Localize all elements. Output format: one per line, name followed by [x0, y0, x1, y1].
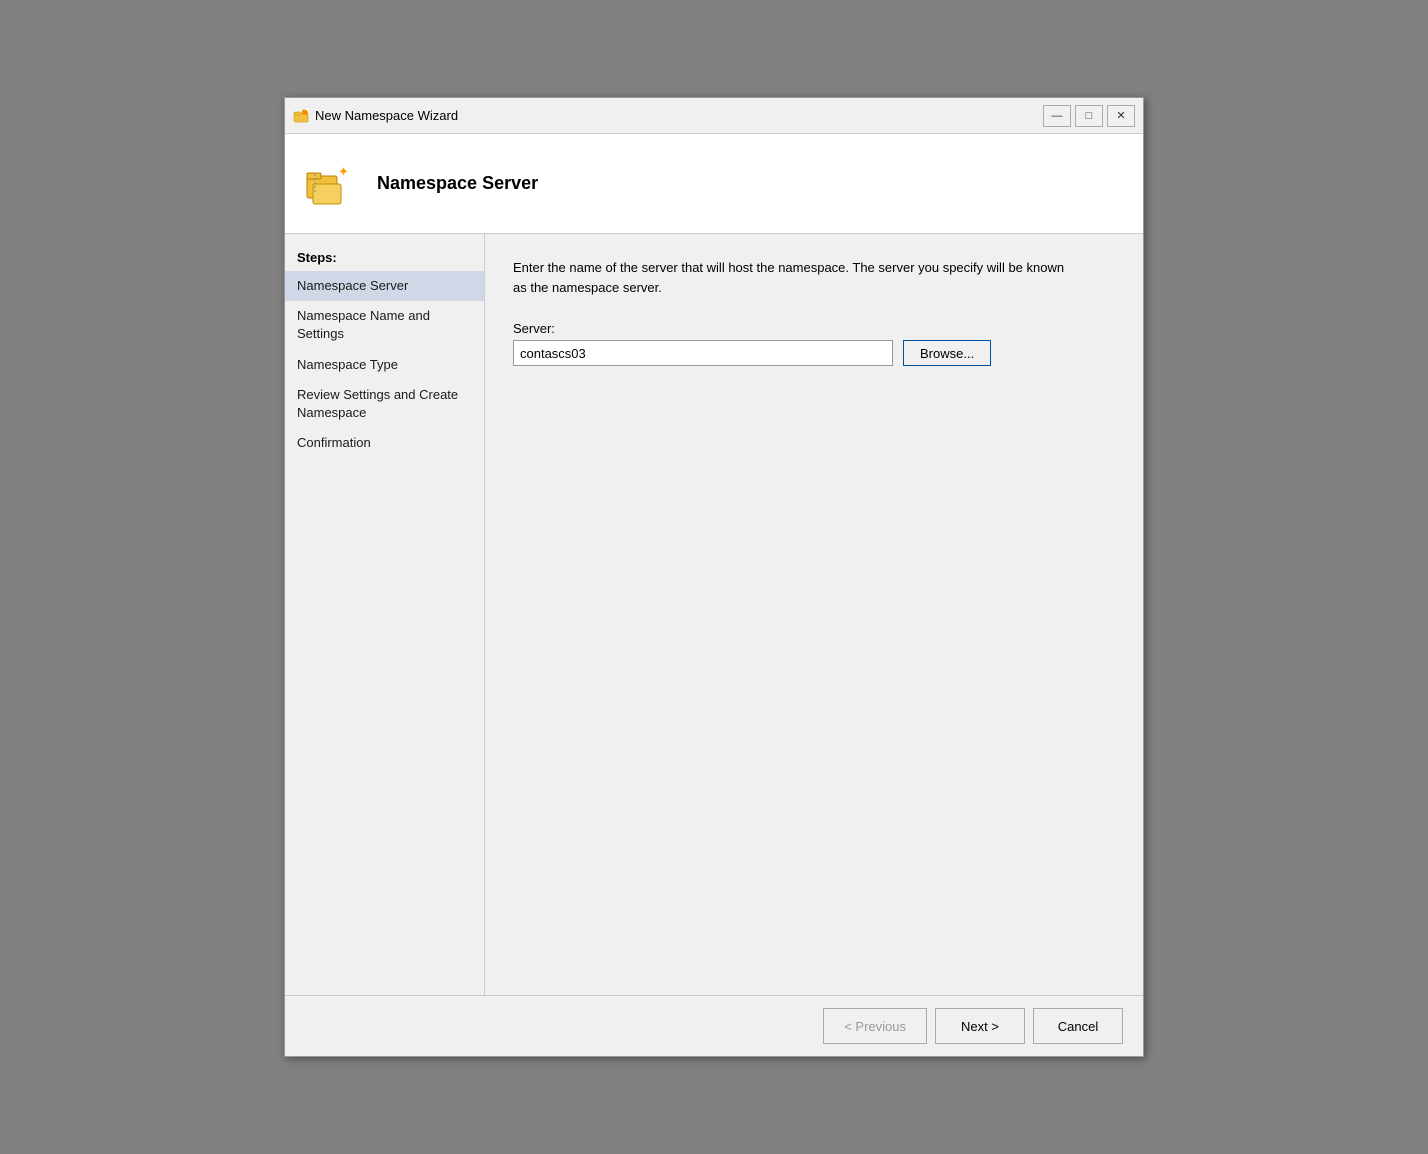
footer: < Previous Next > Cancel	[285, 995, 1143, 1056]
maximize-button[interactable]: □	[1075, 105, 1103, 127]
browse-button[interactable]: Browse...	[903, 340, 991, 366]
cancel-button[interactable]: Cancel	[1033, 1008, 1123, 1044]
sidebar: Steps: Namespace Server Namespace Name a…	[285, 234, 485, 995]
wizard-window: ✦ New Namespace Wizard — □ ✕ ✦ Namespace…	[284, 97, 1144, 1057]
sidebar-item-namespace-name[interactable]: Namespace Name and Settings	[285, 301, 484, 349]
wizard-header: ✦ Namespace Server	[285, 134, 1143, 234]
header-title: Namespace Server	[377, 173, 538, 194]
server-label: Server:	[513, 321, 1115, 336]
content-area: Steps: Namespace Server Namespace Name a…	[285, 234, 1143, 995]
window-icon: ✦	[293, 108, 309, 124]
wizard-header-icon: ✦	[305, 156, 361, 212]
minimize-button[interactable]: —	[1043, 105, 1071, 127]
server-form-group: Server: Browse...	[513, 321, 1115, 374]
header-title-text: Namespace Server	[377, 173, 538, 193]
description-text: Enter the name of the server that will h…	[513, 258, 1073, 297]
svg-text:✦: ✦	[304, 108, 310, 117]
svg-text:✦: ✦	[338, 164, 349, 179]
main-content: Enter the name of the server that will h…	[485, 234, 1143, 995]
server-input-row: Browse...	[513, 340, 1115, 366]
sidebar-item-namespace-server[interactable]: Namespace Server	[285, 271, 484, 301]
sidebar-item-namespace-type[interactable]: Namespace Type	[285, 350, 484, 380]
title-bar-left: ✦ New Namespace Wizard	[293, 108, 458, 124]
sidebar-item-review-settings[interactable]: Review Settings and Create Namespace	[285, 380, 484, 428]
next-button[interactable]: Next >	[935, 1008, 1025, 1044]
sidebar-item-confirmation[interactable]: Confirmation	[285, 428, 484, 458]
title-bar: ✦ New Namespace Wizard — □ ✕	[285, 98, 1143, 134]
window-title: New Namespace Wizard	[315, 108, 458, 123]
title-bar-controls: — □ ✕	[1043, 105, 1135, 127]
steps-label: Steps:	[285, 244, 484, 271]
previous-button[interactable]: < Previous	[823, 1008, 927, 1044]
close-button[interactable]: ✕	[1107, 105, 1135, 127]
server-input[interactable]	[513, 340, 893, 366]
